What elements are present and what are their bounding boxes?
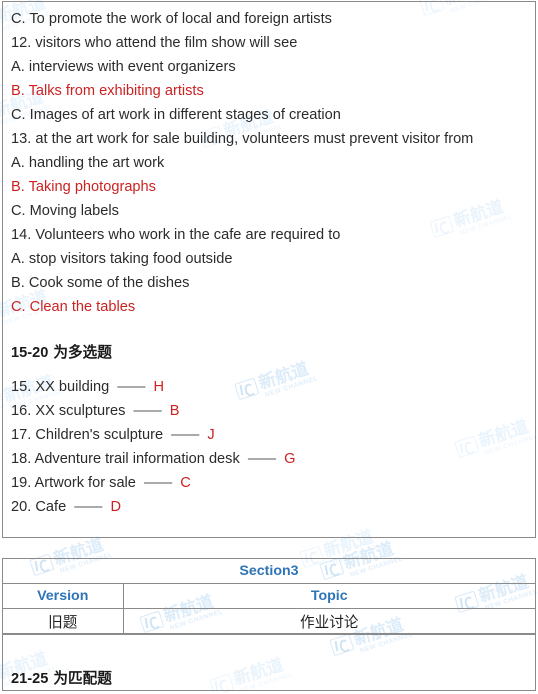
topic-value: 作业讨论 <box>300 613 359 631</box>
matching-item: 17. Children's sculpture —— J <box>11 423 527 447</box>
question-line: C. Moving labels <box>11 203 119 219</box>
matching-item-answer: B <box>169 403 180 419</box>
matching-item-label: Children's sculpture <box>35 427 164 443</box>
question-line: A. interviews with event organizers <box>11 59 236 75</box>
question-line: 13. at the art work for sale building, v… <box>11 131 474 147</box>
version-value: 旧题 <box>48 613 78 631</box>
cell-topic-value: 作业讨论 <box>123 608 535 634</box>
matching-subheading-range: 21-25 <box>11 671 49 687</box>
question-line: 12. visitors who attend the film show wi… <box>11 35 298 51</box>
matching-item-label: Artwork for sale <box>34 475 136 491</box>
matching-item-number: 18. <box>11 451 32 467</box>
matching-item-answer: J <box>207 427 215 443</box>
matching-item: 18. Adventure trail information desk —— … <box>11 447 527 471</box>
cell-version-value: 旧题 <box>3 608 124 634</box>
question-line: 14. Volunteers who work in the cafe are … <box>11 227 341 243</box>
matching-item-dash: —— <box>133 403 161 419</box>
matching-item: 19. Artwork for sale —— C <box>11 471 527 495</box>
matching-item: 16. XX sculptures —— B <box>11 399 527 423</box>
section3-title-cell: Section3 <box>3 559 535 584</box>
question-line: A. handling the art work <box>11 155 165 171</box>
matching-item-label: XX sculptures <box>35 403 126 419</box>
matching-item-dash: —— <box>247 451 276 467</box>
question-line-answer: C. Clean the tables <box>11 299 136 315</box>
section3-table: Section3 Version Topic 旧题 作业讨论 <box>3 559 535 634</box>
column-header-version: Version <box>37 588 89 604</box>
table-row-header: Version Topic <box>3 583 535 609</box>
matching-item-answer: D <box>110 499 122 515</box>
question-line-answer: B. Talks from exhibiting artists <box>11 83 204 99</box>
matching-item-number: 16. <box>11 403 32 419</box>
question-line: C. Images of art work in different stage… <box>11 107 341 123</box>
column-header-version-cell: Version <box>3 583 124 609</box>
matching-item-label: Adventure trail information desk <box>34 451 240 467</box>
matching-item: 15. XX building —— H <box>11 375 527 399</box>
matching-subheading-suffix: 为匹配题 <box>48 670 112 687</box>
matching-item-answer: G <box>284 451 296 467</box>
matching-item-label: Cafe <box>35 499 67 515</box>
matching-item-answer: H <box>153 379 165 395</box>
questions-panel: C. To promote the work of local and fore… <box>2 1 536 538</box>
table-row: 旧题 作业讨论 <box>3 608 535 634</box>
question-line: B. Cook some of the dishes <box>11 275 190 291</box>
matching-item-dash: —— <box>171 427 199 443</box>
subheading-suffix: 为多选题 <box>48 344 112 361</box>
section3-footer: 21-25 为匹配题 <box>3 634 535 694</box>
matching-subheading: 21-25 为匹配题 <box>11 667 112 688</box>
matching-item-number: 19. <box>11 475 32 491</box>
matching-item: 20. Cafe —— D <box>11 495 527 519</box>
section3-title: Section3 <box>239 563 299 579</box>
section3-panel: Section3 Version Topic 旧题 作业讨论 21-25 为匹配… <box>2 558 536 691</box>
matching-item-number: 17. <box>11 427 32 443</box>
column-header-topic-cell: Topic <box>123 583 535 609</box>
question-line-answer: B. Taking photographs <box>11 179 156 195</box>
question-line: C. To promote the work of local and fore… <box>11 11 332 27</box>
matching-item-label: XX building <box>35 379 110 395</box>
subheading-range: 15-20 <box>11 345 49 361</box>
matching-item-number: 15. <box>11 379 32 395</box>
matching-item-dash: —— <box>117 379 145 395</box>
matching-item-number: 20. <box>11 499 32 515</box>
question-line: A. stop visitors taking food outside <box>11 251 233 267</box>
matching-item-dash: —— <box>143 475 172 491</box>
matching-item-answer: C <box>180 475 191 491</box>
matching-item-dash: —— <box>74 499 102 515</box>
multiple-choice-subheading: 15-20 为多选题 <box>11 341 527 365</box>
table-row-title: Section3 <box>3 559 535 584</box>
column-header-topic: Topic <box>310 588 348 604</box>
